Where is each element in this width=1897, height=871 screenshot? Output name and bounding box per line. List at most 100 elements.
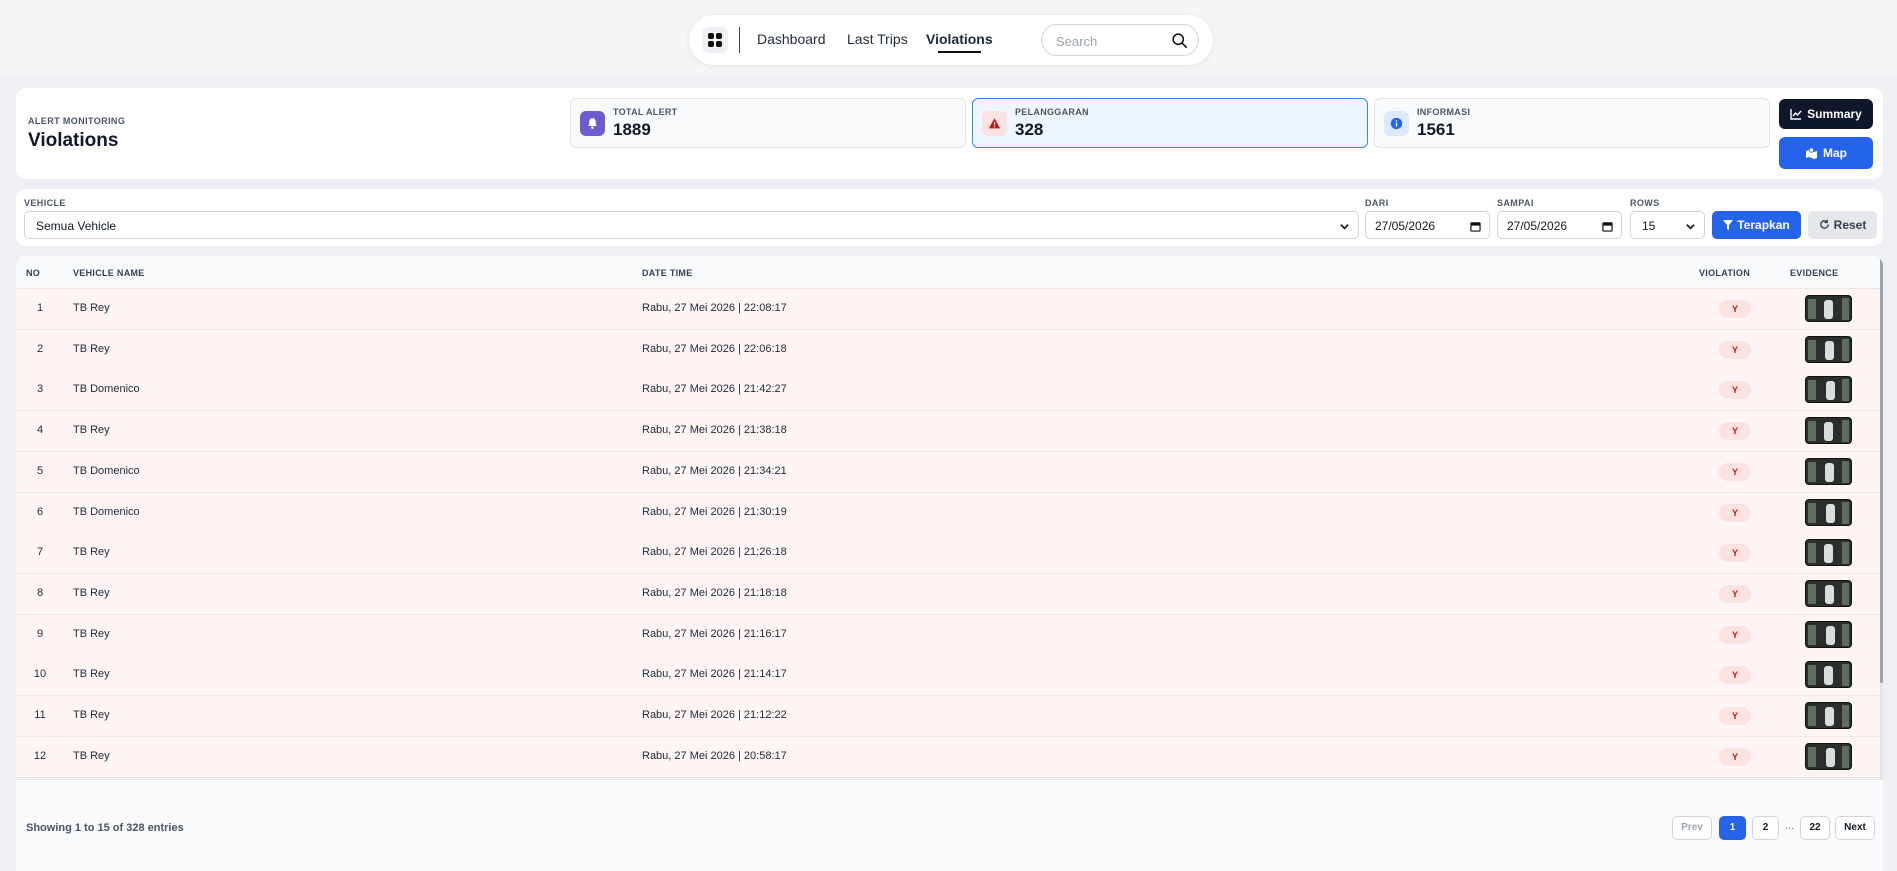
- evidence-thumbnail[interactable]: [1805, 376, 1852, 404]
- evidence-thumbnail[interactable]: [1805, 417, 1852, 445]
- evidence-thumbnail[interactable]: [1805, 620, 1852, 648]
- to-date-input[interactable]: 27/05/2026: [1497, 211, 1622, 239]
- cell-date-time: Rabu, 27 Mei 2026 | 22:06:18: [642, 342, 787, 355]
- table-row[interactable]: 10 TB Rey Rabu, 27 Mei 2026 | 21:14:17 Y: [16, 655, 1880, 697]
- nav-link-violations[interactable]: Violations: [926, 31, 993, 53]
- to-label: SAMPAI: [1497, 198, 1534, 208]
- violation-badge: Y: [1719, 422, 1751, 441]
- from-date-input[interactable]: 27/05/2026: [1365, 211, 1490, 239]
- column-header-no[interactable]: NO: [26, 268, 40, 278]
- info-icon: [1384, 111, 1409, 136]
- table-row[interactable]: 9 TB Rey Rabu, 27 Mei 2026 | 21:16:17 Y: [16, 614, 1880, 656]
- cell-no: 9: [36, 627, 44, 640]
- top-bar: Dashboard Last Trips Violations: [0, 0, 1897, 77]
- column-header-evidence[interactable]: EVIDENCE: [1790, 268, 1838, 278]
- evidence-thumbnail[interactable]: [1805, 457, 1852, 485]
- table-row[interactable]: 6 TB Domenico Rabu, 27 Mei 2026 | 21:30:19…: [16, 492, 1880, 534]
- nav-link-dashboard[interactable]: Dashboard: [757, 31, 826, 47]
- stat-label: PELANGGARAN: [1015, 107, 1089, 117]
- violation-badge: Y: [1719, 544, 1751, 563]
- table-row[interactable]: 1 TB Rey Rabu, 27 Mei 2026 | 22:08:17 Y: [16, 289, 1880, 330]
- evidence-thumbnail[interactable]: [1805, 295, 1852, 322]
- evidence-thumbnail[interactable]: [1805, 702, 1852, 729]
- violations-table: NO VEHICLE NAME DATE TIME VIOLATION EVID…: [16, 256, 1883, 871]
- cell-vehicle-name: TB Rey: [73, 342, 110, 355]
- cell-date-time: Rabu, 27 Mei 2026 | 21:14:17: [642, 668, 787, 681]
- refresh-icon: [1819, 219, 1829, 229]
- violation-badge: Y: [1719, 707, 1751, 725]
- stat-value: 1561: [1417, 120, 1455, 139]
- filter-card: VEHICLE Semua Vehicle DARI 27/05/2026 SA…: [16, 189, 1883, 246]
- cell-date-time: Rabu, 27 Mei 2026 | 21:16:17: [642, 627, 787, 640]
- calendar-icon[interactable]: [1602, 221, 1613, 232]
- chevron-down-icon: [1686, 224, 1695, 230]
- cell-no: 6: [36, 505, 44, 518]
- next-page-button[interactable]: Next: [1835, 816, 1875, 840]
- cell-date-time: Rabu, 27 Mei 2026 | 21:18:18: [642, 586, 787, 599]
- entries-info: Showing 1 to 15 of 328 entries: [26, 822, 184, 834]
- apply-filter-button[interactable]: Terapkan: [1712, 211, 1801, 239]
- cell-vehicle-name: TB Rey: [73, 627, 110, 640]
- table-row[interactable]: 3 TB Domenico Rabu, 27 Mei 2026 | 21:42:27…: [16, 370, 1880, 412]
- table-row[interactable]: 2 TB Rey Rabu, 27 Mei 2026 | 22:06:18 Y: [16, 329, 1880, 371]
- column-header-violation[interactable]: VIOLATION: [1699, 268, 1750, 278]
- violation-badge: Y: [1719, 300, 1751, 318]
- cell-vehicle-name: TB Domenico: [73, 505, 140, 518]
- evidence-thumbnail[interactable]: [1805, 539, 1852, 567]
- stat-value: 328: [1015, 120, 1044, 139]
- evidence-thumbnail[interactable]: [1805, 579, 1852, 607]
- page-eyebrow: ALERT MONITORING: [28, 116, 126, 126]
- vehicle-select[interactable]: Semua Vehicle: [24, 211, 1359, 239]
- nav-link-last-trips[interactable]: Last Trips: [847, 31, 908, 47]
- map-button[interactable]: Map: [1779, 137, 1873, 169]
- stat-informasi: INFORMASI 1561: [1374, 98, 1770, 148]
- summary-button[interactable]: Summary: [1779, 99, 1873, 129]
- evidence-thumbnail[interactable]: [1805, 335, 1852, 363]
- apps-grid-icon[interactable]: [702, 27, 728, 53]
- cell-vehicle-name: TB Rey: [73, 302, 110, 314]
- summary-button-label: Summary: [1807, 107, 1862, 121]
- evidence-thumbnail[interactable]: [1805, 742, 1852, 770]
- stat-pelanggaran: PELANGGARAN 328: [972, 98, 1368, 148]
- table-row[interactable]: 8 TB Rey Rabu, 27 Mei 2026 | 21:18:18 Y: [16, 573, 1880, 615]
- filter-icon: [1723, 220, 1734, 230]
- table-row[interactable]: 7 TB Rey Rabu, 27 Mei 2026 | 21:26:18 Y: [16, 533, 1880, 575]
- column-header-vehicle-name[interactable]: VEHICLE NAME: [73, 268, 145, 278]
- search-input[interactable]: [1056, 31, 1166, 51]
- cell-date-time: Rabu, 27 Mei 2026 | 21:26:18: [642, 546, 787, 559]
- cell-date-time: Rabu, 27 Mei 2026 | 21:42:27: [642, 383, 787, 396]
- scrollbar-thumb[interactable]: [1880, 258, 1883, 683]
- table-row[interactable]: 12 TB Rey Rabu, 27 Mei 2026 | 20:58:17 Y: [16, 736, 1880, 778]
- search-box: [1041, 24, 1199, 56]
- cell-date-time: Rabu, 27 Mei 2026 | 21:34:21: [642, 464, 787, 477]
- chevron-down-icon: [1340, 224, 1349, 230]
- table-row[interactable]: 5 TB Domenico Rabu, 27 Mei 2026 | 21:34:21…: [16, 451, 1880, 493]
- stat-total-alert: TOTAL ALERT 1889: [570, 98, 966, 148]
- violation-badge: Y: [1719, 503, 1751, 522]
- calendar-icon[interactable]: [1470, 221, 1481, 232]
- table-row[interactable]: 11 TB Rey Rabu, 27 Mei 2026 | 21:12:22 Y: [16, 696, 1880, 737]
- table-body: 1 TB Rey Rabu, 27 Mei 2026 | 22:08:17 Y 2 TB …: [16, 289, 1880, 779]
- violation-badge: Y: [1719, 381, 1751, 400]
- page-button-22[interactable]: 22: [1800, 816, 1830, 840]
- cell-date-time: Rabu, 27 Mei 2026 | 20:58:17: [642, 749, 787, 762]
- table-scrollbar[interactable]: [1880, 256, 1883, 779]
- page-button-1[interactable]: 1: [1719, 816, 1746, 840]
- map-button-label: Map: [1823, 146, 1847, 160]
- bell-icon: [580, 111, 605, 136]
- page-button-2[interactable]: 2: [1752, 816, 1779, 840]
- cell-date-time: Rabu, 27 Mei 2026 | 21:30:19: [642, 505, 787, 518]
- cell-no: 4: [36, 424, 44, 437]
- violation-badge: Y: [1719, 747, 1751, 766]
- prev-page-button[interactable]: Prev: [1672, 816, 1712, 840]
- search-icon[interactable]: [1171, 32, 1188, 49]
- table-row[interactable]: 4 TB Rey Rabu, 27 Mei 2026 | 21:38:18 Y: [16, 411, 1880, 453]
- evidence-thumbnail[interactable]: [1805, 661, 1852, 689]
- cell-vehicle-name: TB Domenico: [73, 383, 140, 396]
- header-card: ALERT MONITORING Violations TOTAL ALERT …: [16, 88, 1883, 179]
- from-label: DARI: [1365, 198, 1389, 208]
- column-header-date-time[interactable]: DATE TIME: [642, 268, 693, 278]
- rows-select[interactable]: 15: [1630, 211, 1705, 239]
- evidence-thumbnail[interactable]: [1805, 498, 1852, 526]
- reset-filter-button[interactable]: Reset: [1808, 211, 1877, 239]
